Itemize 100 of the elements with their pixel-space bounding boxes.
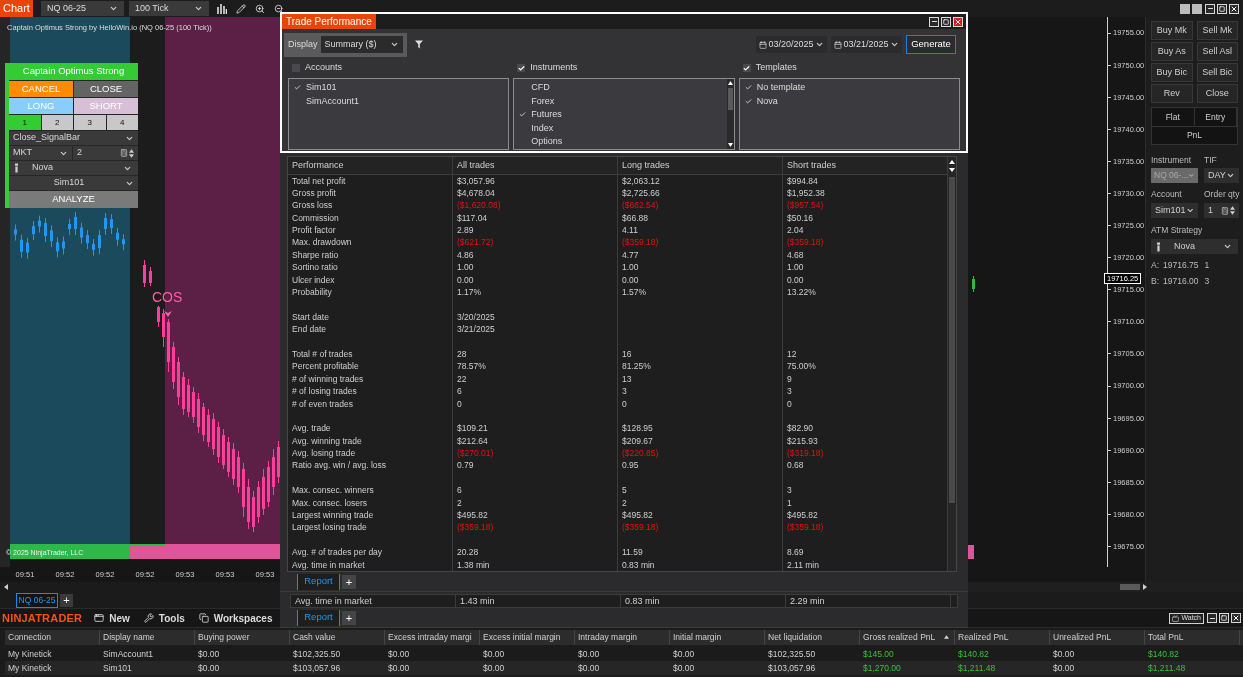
column-header[interactable]: Initial margin (670, 630, 765, 645)
menu-item[interactable]: New (94, 610, 130, 626)
monitor-icon (1172, 614, 1180, 622)
chart-instrument-tab[interactable]: NQ 06-25 (16, 592, 58, 608)
zoom-out-icon[interactable] (273, 3, 284, 14)
table-cell-text: SimAccount1 (102, 648, 155, 661)
report-tab[interactable]: Report (297, 609, 340, 626)
column-header[interactable]: Connection (5, 630, 100, 645)
table-cell-text: $102,325.50 (292, 648, 342, 661)
order-button[interactable]: Buy As (1151, 42, 1193, 61)
chart-tab[interactable]: Chart (0, 0, 33, 17)
atm-strategy-dropdown[interactable]: Nova (1151, 239, 1238, 254)
table-cell-text: $103,057.96 (767, 662, 817, 675)
close-button[interactable] (1229, 3, 1239, 14)
chevron-down-icon (1223, 242, 1232, 251)
table-cell-text: $0.00 (577, 648, 601, 661)
order-qty-field[interactable]: 1 (1204, 203, 1240, 218)
minimize-button[interactable] (1205, 3, 1215, 14)
menu-item[interactable]: Workspaces (198, 610, 273, 626)
table-cell-text: $0.00 (387, 662, 411, 675)
table-cell-text: My Kinetick (7, 662, 53, 675)
tif-dropdown[interactable]: DAY (1204, 168, 1240, 183)
table-cell-text: $0.00 (672, 662, 696, 675)
logo: NINJATRADER (2, 610, 83, 626)
calculator-icon[interactable] (1221, 206, 1230, 215)
instrument-dropdown[interactable]: NQ 06-25 (40, 1, 124, 16)
column-header[interactable]: Gross realized PnL (860, 630, 955, 645)
maximize-button[interactable] (1219, 613, 1229, 623)
quote-label: B: (1151, 274, 1160, 288)
table-cell-text: $1,211.48 (1147, 662, 1187, 675)
position-button[interactable]: Entry (1194, 108, 1237, 126)
column-header[interactable]: Excess intraday margi (385, 630, 480, 645)
table-cell-text: $102,325.50 (767, 648, 817, 661)
chevron-down-icon (1185, 206, 1194, 215)
table-cell-text: $0.00 (482, 648, 506, 661)
zoom-in-icon[interactable] (254, 3, 265, 14)
add-tab-button[interactable]: + (342, 574, 356, 589)
table-cell: 0.83 min (621, 595, 786, 607)
column-header[interactable]: Total PnL (1145, 630, 1240, 645)
row-label: Avg. time in market (291, 595, 456, 607)
account-dropdown[interactable]: Sim101 (1151, 203, 1198, 218)
table-cell-text: Sim101 (102, 662, 133, 675)
order-qty-label: Order qty (1204, 188, 1240, 200)
pnl-button[interactable]: PnL (1152, 126, 1237, 144)
table-cell-text: $1,270.00 (862, 662, 902, 675)
column-header[interactable]: Buying power (195, 630, 290, 645)
quote-size: 1 (1204, 258, 1210, 272)
maximize-button[interactable] (1217, 3, 1227, 14)
atm-strategy-label: ATM Strategy (1151, 224, 1204, 236)
table-cell: 1.43 min (456, 595, 621, 607)
bar-chart-icon[interactable] (216, 3, 227, 14)
table-cell-text: My Kinetick (7, 648, 53, 661)
sort-ascending-icon[interactable] (944, 635, 949, 639)
minimize-button[interactable] (1207, 613, 1217, 623)
windows-icon (198, 613, 209, 623)
quote-price: 19716.75 (1163, 258, 1199, 272)
column-header[interactable]: Realized PnL (955, 630, 1050, 645)
menu-item[interactable]: Tools (143, 610, 185, 626)
table-cell-text: $145.00 (862, 648, 895, 661)
tile-button[interactable] (1192, 3, 1202, 14)
table-cell-text: $0.00 (197, 648, 221, 661)
info-icon (1157, 241, 1160, 252)
add-tab-button[interactable]: + (60, 593, 73, 607)
order-button[interactable]: Sell Asl (1196, 42, 1238, 61)
quote-size: 3 (1204, 274, 1210, 288)
interval-dropdown[interactable]: 100 Tick (128, 1, 209, 16)
position-button[interactable]: Flat (1152, 108, 1195, 126)
column-header[interactable]: Unrealized PnL (1050, 630, 1145, 645)
close-button[interactable] (1231, 613, 1241, 623)
table-cell-text: $103,057.96 (292, 662, 342, 675)
column-header[interactable]: Net liquidation (765, 630, 860, 645)
order-button[interactable]: Sell Bic (1196, 63, 1238, 82)
order-button[interactable]: Buy Mk (1151, 21, 1193, 40)
caret-left-icon (4, 584, 8, 590)
table-cell-text: $0.00 (197, 662, 221, 675)
scroll-left-button[interactable] (3, 583, 9, 591)
report-tab[interactable]: Report (297, 573, 340, 590)
add-tab-button[interactable]: + (342, 610, 356, 625)
wrench-icon (143, 613, 154, 623)
column-header[interactable]: Cash value (290, 630, 385, 645)
order-button[interactable]: Rev (1151, 84, 1193, 103)
pencil-icon[interactable] (235, 3, 246, 14)
minimize-icon (1206, 5, 1214, 12)
tile-button[interactable] (1180, 3, 1190, 14)
close-icon (1232, 614, 1240, 622)
order-button[interactable]: Buy Bic (1151, 63, 1193, 82)
table-cell-text: $0.00 (1052, 648, 1076, 661)
table-cell-text: $1,211.48 (957, 662, 997, 675)
column-header[interactable]: Intraday margin (575, 630, 670, 645)
order-button[interactable]: Close (1196, 84, 1238, 103)
table-cell-text: $0.00 (577, 662, 601, 675)
table-cell-text: $0.00 (482, 662, 506, 675)
table-cell-text: $140.82 (957, 648, 990, 661)
column-header[interactable]: Display name (100, 630, 195, 645)
quote-price: 19716.00 (1163, 274, 1199, 288)
order-button[interactable]: Sell Mk (1196, 21, 1238, 40)
table-cell-text: $0.00 (672, 648, 696, 661)
column-header[interactable]: Excess initial margin (480, 630, 575, 645)
spinner-arrows-icon[interactable] (1230, 206, 1236, 215)
chevron-down-icon (1188, 171, 1195, 180)
